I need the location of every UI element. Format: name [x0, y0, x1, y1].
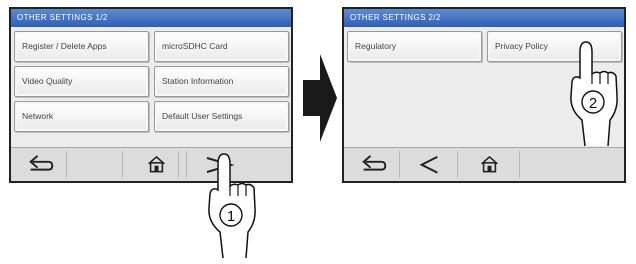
back-icon: [362, 155, 387, 171]
pointing-hand-icon: 2: [570, 41, 618, 147]
toolbar-empty-slot: [522, 151, 622, 178]
back-button[interactable]: [346, 151, 400, 178]
next-step-arrow-icon: [303, 54, 337, 142]
previous-page-button[interactable]: [402, 151, 458, 178]
step-number: 1: [227, 208, 235, 225]
home-icon: [481, 155, 498, 173]
register-delete-apps-button[interactable]: Register / Delete Apps: [14, 31, 149, 62]
back-icon: [29, 155, 54, 171]
screen-title: OTHER SETTINGS 2/2: [344, 9, 624, 27]
station-information-button[interactable]: Station Information: [154, 66, 289, 97]
microsdhc-card-button[interactable]: microSDHC Card: [154, 31, 289, 62]
screen-title: OTHER SETTINGS 1/2: [11, 9, 291, 27]
pointing-hand-icon: 1: [208, 153, 256, 259]
network-button[interactable]: Network: [14, 101, 149, 132]
bottom-toolbar: [344, 147, 624, 181]
back-button[interactable]: [13, 151, 67, 178]
home-button[interactable]: [127, 151, 187, 178]
regulatory-button[interactable]: Regulatory: [347, 31, 482, 62]
step-number: 2: [589, 95, 597, 112]
previous-icon: [419, 156, 438, 174]
toolbar-empty-slot: [69, 151, 123, 178]
video-quality-button[interactable]: Video Quality: [14, 66, 149, 97]
settings-menu: Register / Delete Apps microSDHC Card Vi…: [11, 27, 291, 148]
home-button[interactable]: [460, 151, 520, 178]
home-icon: [148, 155, 165, 173]
default-user-settings-button[interactable]: Default User Settings: [154, 101, 289, 132]
